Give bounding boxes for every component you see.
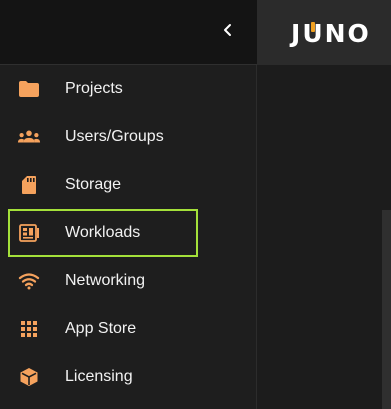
groups-icon: [17, 125, 41, 149]
logo-letters: NO: [324, 18, 371, 48]
logo-accent-mark: [311, 21, 316, 32]
logo-letter-u: U: [302, 19, 324, 48]
sidebar-item-label: Licensing: [65, 368, 133, 385]
apps-grid-icon: [17, 317, 41, 341]
sidebar-collapse-button[interactable]: [214, 20, 242, 44]
sidebar-item-users-groups[interactable]: Users/Groups: [8, 113, 198, 161]
top-bar: J U NO: [257, 0, 391, 65]
sidebar-item-label: Networking: [65, 272, 146, 289]
sidebar-item-projects[interactable]: Projects: [8, 65, 198, 113]
sidebar-item-storage[interactable]: Storage: [8, 161, 198, 209]
sidebar: Projects Users/Groups Storage Workloads …: [0, 0, 257, 409]
sidebar-item-label: Workloads: [65, 224, 141, 241]
workload-icon: [17, 221, 41, 245]
sidebar-item-app-store[interactable]: App Store: [8, 305, 198, 353]
wifi-icon: [17, 269, 41, 293]
main-content: [257, 65, 391, 409]
folder-icon: [17, 77, 41, 101]
chevron-left-icon: [222, 23, 234, 42]
sidebar-item-workloads[interactable]: Workloads: [8, 209, 198, 257]
sidebar-item-licensing[interactable]: Licensing: [8, 353, 198, 401]
brand-logo[interactable]: J U NO: [291, 18, 371, 48]
sidebar-item-label: Users/Groups: [65, 128, 164, 145]
logo-letter: J: [291, 18, 303, 48]
sidebar-item-label: Storage: [65, 176, 122, 193]
scrollbar[interactable]: [382, 210, 391, 409]
sidebar-item-networking[interactable]: Networking: [8, 257, 198, 305]
license-cube-icon: [17, 365, 41, 389]
sd-card-icon: [17, 173, 41, 197]
sidebar-item-label: App Store: [65, 320, 137, 337]
sidebar-item-label: Projects: [65, 80, 123, 97]
sidebar-header: [0, 0, 257, 65]
